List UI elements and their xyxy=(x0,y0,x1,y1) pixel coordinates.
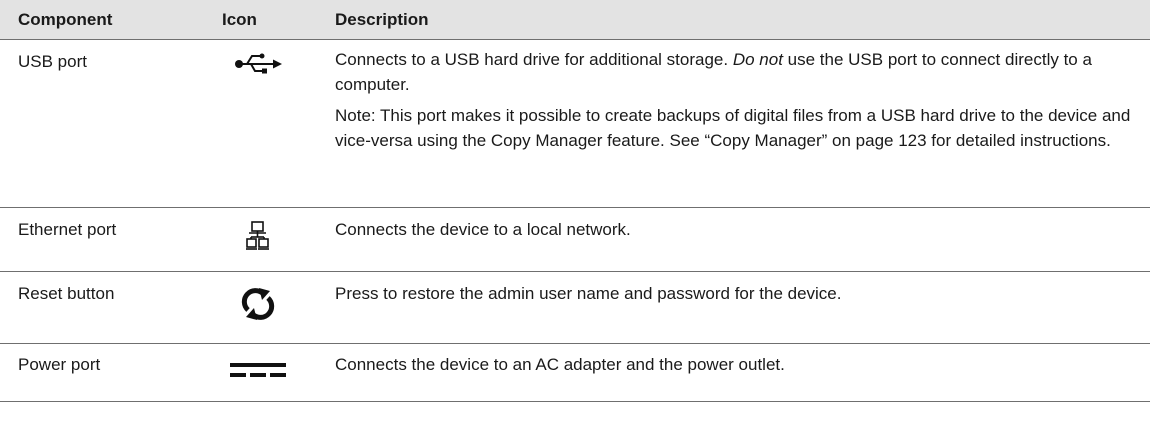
header-icon: Icon xyxy=(222,10,257,29)
header-component: Component xyxy=(18,10,113,29)
component-power-port: Power port xyxy=(18,355,101,374)
usb-note-text: Note: This port makes it possible to cre… xyxy=(335,106,1131,150)
description-power-port: Connects the device to an AC adapter and… xyxy=(335,355,785,374)
table-row-usb-port: USB port Connects to a USB hard drive fo… xyxy=(0,40,1150,208)
usb-icon xyxy=(222,48,294,78)
table-row-reset-button: Reset button Press to restore the admin … xyxy=(0,272,1150,344)
components-table: Component Icon Description USB port Conn… xyxy=(0,0,1150,422)
table-row-ethernet-port: Ethernet port Connects the device to a l… xyxy=(0,208,1150,272)
component-usb-port: USB port xyxy=(18,52,87,71)
network-icon xyxy=(222,220,294,252)
component-ethernet-port: Ethernet port xyxy=(18,220,117,239)
table-row-power-port: Power port Connects the device to an AC … xyxy=(0,344,1150,402)
description-reset-button: Press to restore the admin user name and… xyxy=(335,284,842,303)
description-ethernet-port: Connects the device to a local network. xyxy=(335,220,631,239)
usb-description-text: Connects to a USB hard drive for additio… xyxy=(335,50,1092,94)
dc-power-icon xyxy=(222,358,294,382)
component-reset-button: Reset button xyxy=(18,284,115,303)
reset-icon xyxy=(222,284,294,324)
header-description: Description xyxy=(335,10,429,29)
description-usb-port: Connects to a USB hard drive for additio… xyxy=(335,47,1135,153)
table-header: Component Icon Description xyxy=(0,0,1150,40)
